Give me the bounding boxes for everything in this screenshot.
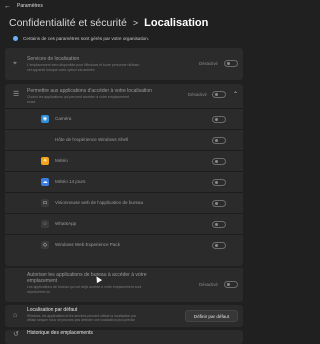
list-item: ☁ Météo 14 jours (5, 173, 243, 191)
history-title: Historique des emplacements (27, 330, 93, 336)
default-location-card: ⌂ Localisation par défaut Windows, les a… (5, 305, 243, 327)
web-experience-pack-icon: ◇ (41, 241, 49, 249)
breadcrumb: Confidentialité et sécurité > Localisati… (9, 14, 208, 32)
app-name: Visionneuse web de l'application de bure… (55, 200, 144, 205)
app-access-state: Désactivé (188, 92, 207, 97)
weather-toggle[interactable] (212, 158, 226, 165)
location-services-card: ⌖ Services de localisation L'emplacement… (5, 48, 243, 80)
app-name: Météo (55, 158, 68, 163)
list-item: ◌ WhatsApp (5, 215, 243, 233)
organization-notice: Certains de ces paramètres sont gérés pa… (13, 36, 149, 41)
breadcrumb-parent[interactable]: Confidentialité et sécurité (9, 17, 127, 29)
whatsapp-toggle[interactable] (212, 221, 226, 228)
desktop-apps-description-2: répertoriées ici (27, 289, 50, 294)
organization-notice-text: Certains de ces paramètres sont gérés pa… (23, 36, 150, 41)
window-title: Paramètres (17, 3, 43, 9)
default-location-description-2: défaut lorsque nous ne pouvons pas détec… (27, 318, 136, 322)
list-item: Hôte de l'expérience Windows Shell (5, 131, 243, 149)
whatsapp-icon: ◌ (41, 220, 49, 228)
location-services-description-2: cet appareil lorsque votre option est ac… (27, 67, 95, 72)
location-services-toggle[interactable] (224, 60, 238, 67)
breadcrumb-separator-icon: > (132, 18, 139, 28)
list-item: ☀ Météo (5, 152, 243, 170)
app-access-title: Permettre aux applications d'accéder à v… (27, 88, 152, 94)
location-pin-icon: ⌖ (13, 60, 17, 67)
list-item: ◇ Windows Web Experience Pack (5, 236, 243, 254)
web-viewer-icon: ▭ (41, 199, 49, 207)
app-name: WhatsApp (55, 221, 77, 226)
map-pin-icon: ⌂ (13, 312, 18, 319)
app-access-description-2: exact (27, 99, 36, 104)
app-access-description: Choisir les applications qui peuvent acc… (27, 95, 129, 99)
camera-icon: ◉ (41, 115, 49, 123)
list-item: ▭ Visionneuse web de l'application de bu… (5, 194, 243, 212)
location-services-title: Services de localisation (27, 56, 80, 62)
desktop-apps-toggle[interactable] (224, 281, 238, 288)
info-icon (13, 36, 18, 41)
weather-cloud-icon: ☁ (41, 178, 49, 186)
title-bar: ← Paramètres (0, 0, 250, 14)
desktop-apps-state: Désactivé (199, 282, 218, 287)
app-name: Météo 14 jours (55, 179, 86, 184)
desktop-apps-title-2: emplacement (27, 278, 58, 284)
app-access-toggle[interactable] (212, 91, 226, 98)
chevron-up-icon[interactable]: ⌃ (233, 92, 238, 98)
history-card: ↺ Historique des emplacements (5, 330, 243, 344)
app-name: Caméra (55, 116, 72, 121)
windows-shell-toggle[interactable] (212, 137, 226, 144)
app-name: Windows Web Experience Pack (55, 242, 121, 247)
camera-toggle[interactable] (212, 116, 226, 123)
default-location-title: Localisation par défaut (27, 307, 78, 313)
desktop-apps-card: Autoriser les applications de bureau à a… (5, 268, 243, 302)
location-services-state: Désactivé (199, 61, 218, 66)
set-default-button[interactable]: Définir par défaut (185, 310, 238, 322)
weather-14-toggle[interactable] (212, 179, 226, 186)
web-experience-toggle[interactable] (212, 242, 226, 249)
windows-shell-icon (41, 136, 49, 144)
list-item: ◉ Caméra (5, 110, 243, 128)
app-name: Hôte de l'expérience Windows Shell (55, 137, 129, 142)
web-viewer-toggle[interactable] (212, 200, 226, 207)
weather-sun-icon: ☀ (41, 157, 49, 165)
history-icon: ↺ (13, 331, 19, 338)
page-title: Localisation (144, 17, 209, 29)
apps-list-icon: ☰ (13, 91, 20, 98)
back-arrow-icon[interactable]: ← (4, 2, 11, 11)
